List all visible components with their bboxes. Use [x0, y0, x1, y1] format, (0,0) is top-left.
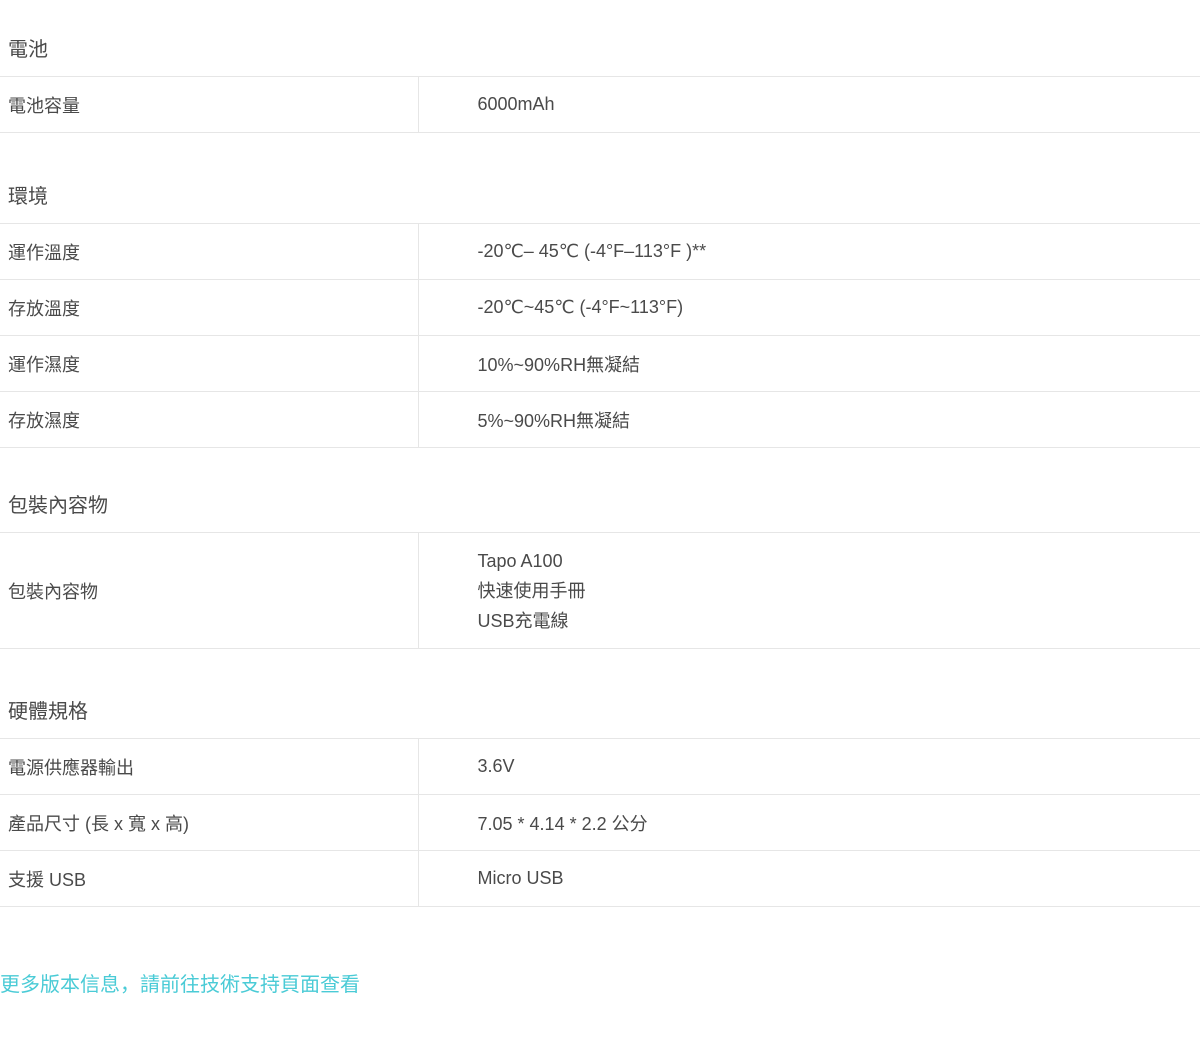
spec-label: 運作濕度 [0, 335, 419, 392]
spec-row-operating-temperature: 運作溫度 -20℃– 45℃ (-4°F–113°F )** [0, 223, 1200, 280]
section-title-package-contents: 包裝內容物 [8, 495, 108, 517]
spec-row-package-contents: 包裝內容物 Tapo A100 快速使用手冊 USB充電線 [0, 532, 1200, 649]
section-environment: 環境 運作溫度 -20℃– 45℃ (-4°F–113°F )** 存放溫度 -… [0, 185, 1200, 448]
spec-table-environment: 運作溫度 -20℃– 45℃ (-4°F–113°F )** 存放溫度 -20℃… [0, 223, 1200, 448]
package-item: Tapo A100 [477, 550, 563, 571]
spec-value: Micro USB [477, 868, 564, 888]
spec-value: 5%~90%RH無凝結 [477, 410, 631, 431]
spec-row-dimensions: 產品尺寸 (長 x 寬 x 高) 7.05 * 4.14 * 2.2 公分 [0, 794, 1200, 851]
section-hardware-specs: 硬體規格 電源供應器輸出 3.6V 產品尺寸 (長 x 寬 x 高) 7.05 … [0, 700, 1200, 907]
spec-row-storage-humidity: 存放濕度 5%~90%RH無凝結 [0, 391, 1200, 448]
tech-support-link[interactable]: 更多版本信息，請前往技術支持頁面查看 [0, 968, 360, 997]
spec-row-usb-support: 支援 USB Micro USB [0, 850, 1200, 907]
spec-label: 支援 USB [0, 850, 419, 907]
package-item: 快速使用手冊 [477, 580, 586, 601]
spec-label: 電源供應器輸出 [0, 738, 419, 795]
spec-table-package-contents: 包裝內容物 Tapo A100 快速使用手冊 USB充電線 [0, 532, 1200, 649]
spec-row-operating-humidity: 運作濕度 10%~90%RH無凝結 [0, 335, 1200, 392]
spec-value: -20℃– 45℃ (-4°F–113°F )** [477, 241, 707, 261]
spec-label: 運作溫度 [0, 223, 419, 280]
section-package-contents: 包裝內容物 包裝內容物 Tapo A100 快速使用手冊 USB充電線 [0, 494, 1200, 649]
spec-value: 7.05 * 4.14 * 2.2 公分 [477, 813, 648, 834]
spec-value: 10%~90%RH無凝結 [477, 354, 641, 375]
section-title-environment: 環境 [8, 186, 48, 208]
package-item: USB充電線 [477, 610, 569, 631]
section-title-hardware-specs: 硬體規格 [8, 701, 88, 723]
section-battery: 電池 電池容量 6000mAh [0, 38, 1200, 133]
spec-value: 6000mAh [477, 94, 555, 114]
spec-label: 存放濕度 [0, 391, 419, 448]
section-title-battery: 電池 [8, 39, 48, 61]
spec-value: 3.6V [477, 756, 515, 776]
spec-row-storage-temperature: 存放溫度 -20℃~45℃ (-4°F~113°F) [0, 279, 1200, 336]
spec-value: -20℃~45℃ (-4°F~113°F) [477, 297, 684, 317]
spec-table-battery: 電池容量 6000mAh [0, 76, 1200, 133]
spec-table-hardware-specs: 電源供應器輸出 3.6V 產品尺寸 (長 x 寬 x 高) 7.05 * 4.1… [0, 738, 1200, 907]
spec-row-battery-capacity: 電池容量 6000mAh [0, 76, 1200, 133]
spec-label: 產品尺寸 (長 x 寬 x 高) [0, 794, 419, 851]
spec-value-list: Tapo A100 快速使用手冊 USB充電線 [418, 533, 1200, 649]
spec-label: 包裝內容物 [0, 532, 419, 649]
spec-label: 電池容量 [0, 76, 419, 133]
spec-row-power-output: 電源供應器輸出 3.6V [0, 738, 1200, 795]
spec-label: 存放溫度 [0, 279, 419, 336]
